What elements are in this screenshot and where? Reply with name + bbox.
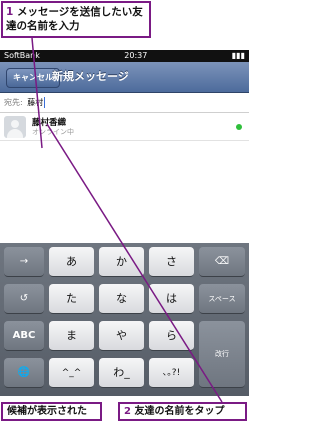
key-delete[interactable]: ⌫	[199, 247, 245, 277]
key-emoticon[interactable]: ^_^	[49, 358, 94, 388]
key-abc[interactable]: ABC	[4, 321, 44, 351]
key-ra[interactable]: ら	[149, 321, 194, 351]
recipient-input-value[interactable]: 藤村	[27, 98, 43, 107]
key-ta[interactable]: た	[49, 284, 94, 314]
callout-suggestions-shown: 候補が表示された	[1, 402, 102, 421]
key-ha[interactable]: は	[149, 284, 194, 314]
callout-number: 1	[6, 6, 14, 18]
page-title: 新規メッセージ	[52, 70, 129, 83]
recipient-field[interactable]: 宛先: 藤村	[0, 93, 249, 113]
key-wa[interactable]: わ_	[99, 358, 144, 388]
key-a[interactable]: あ	[49, 247, 94, 277]
keyboard: → あ か さ ⌫ ↺ た な は スペース ABC ま や ら 改行 🌐 ^_…	[0, 243, 249, 396]
callout-text: 友達の名前をタップ	[134, 406, 225, 417]
callout-number: 2	[124, 406, 131, 417]
status-bar: SoftBank 20:37 ▮▮▮	[0, 50, 249, 62]
key-return[interactable]: 改行	[199, 321, 245, 388]
callout-enter-friend-name: 1 メッセージを送信したい友達の名前を入力	[1, 1, 151, 38]
suggestion-status: オンライン中	[32, 128, 74, 136]
text-cursor	[44, 97, 46, 108]
callout-tap-friend-name: 2 友達の名前をタップ	[118, 402, 247, 421]
key-sa[interactable]: さ	[149, 247, 194, 277]
key-globe[interactable]: 🌐	[4, 358, 44, 388]
clock-label: 20:37	[124, 51, 148, 60]
avatar	[4, 116, 26, 138]
callout-text: 候補が表示された	[7, 406, 87, 417]
key-arrow-right[interactable]: →	[4, 247, 44, 277]
callout-text: メッセージを送信したい友達の名前を入力	[6, 6, 143, 32]
key-ka[interactable]: か	[99, 247, 144, 277]
navigation-bar: キャンセル 新規メッセージ	[0, 62, 249, 93]
key-ya[interactable]: や	[99, 321, 144, 351]
key-ma[interactable]: ま	[49, 321, 94, 351]
online-status-icon	[236, 124, 242, 130]
recipient-label: 宛先:	[4, 98, 23, 107]
key-undo[interactable]: ↺	[4, 284, 44, 314]
key-na[interactable]: な	[99, 284, 144, 314]
suggestion-list: 藤村香織 オンライン中	[0, 113, 249, 243]
carrier-label: SoftBank	[4, 51, 40, 60]
battery-icon: ▮▮▮	[231, 51, 245, 60]
phone-screen: SoftBank 20:37 ▮▮▮ キャンセル 新規メッセージ 宛先: 藤村 …	[0, 50, 249, 396]
suggestion-item[interactable]: 藤村香織 オンライン中	[0, 113, 249, 141]
key-space[interactable]: スペース	[199, 284, 245, 314]
key-punctuation[interactable]: ､｡?!	[149, 358, 194, 388]
